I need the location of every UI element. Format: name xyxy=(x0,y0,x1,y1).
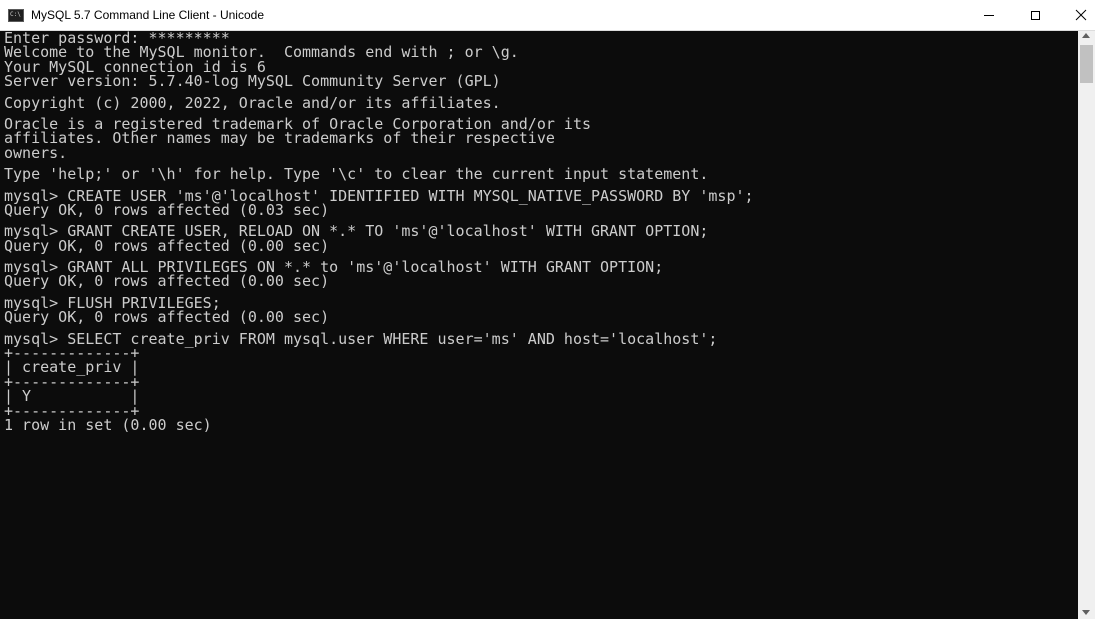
maximize-icon xyxy=(1030,10,1040,20)
console-window: C:\ MySQL 5.7 Command Line Client - Unic… xyxy=(0,0,1095,619)
window-title: MySQL 5.7 Command Line Client - Unicode xyxy=(31,8,264,22)
maximize-button[interactable] xyxy=(1012,0,1058,30)
title-bar[interactable]: C:\ MySQL 5.7 Command Line Client - Unic… xyxy=(0,0,1095,31)
minimize-button[interactable] xyxy=(966,0,1012,30)
scroll-thumb[interactable] xyxy=(1080,45,1093,83)
console-line: affiliates. Other names may be trademark… xyxy=(4,129,555,148)
console-line: Query OK, 0 rows affected (0.00 sec) xyxy=(4,272,330,291)
console-line: +-------------+ xyxy=(4,344,140,363)
scroll-down-arrow-icon[interactable] xyxy=(1082,610,1090,615)
console-line: +-------------+ xyxy=(4,372,140,391)
app-icon-label: C:\ xyxy=(10,11,21,18)
vertical-scrollbar[interactable] xyxy=(1078,31,1095,619)
console-text: Enter password: ********* Welcome to the … xyxy=(0,31,1078,434)
minimize-icon xyxy=(984,14,994,16)
close-button[interactable] xyxy=(1058,0,1095,30)
scroll-up-arrow-icon[interactable] xyxy=(1082,33,1090,38)
console-app-icon[interactable]: C:\ xyxy=(8,9,24,22)
console-line: Type 'help;' or '\h' for help. Type '\c'… xyxy=(4,165,709,184)
console-line: mysql> SELECT create_priv FROM mysql.use… xyxy=(4,329,718,348)
console-line: | create_priv | xyxy=(4,358,140,377)
close-icon xyxy=(1075,9,1087,21)
console-line: Query OK, 0 rows affected (0.03 sec) xyxy=(4,200,330,219)
console-line: Query OK, 0 rows affected (0.00 sec) xyxy=(4,236,330,255)
console-output-area[interactable]: Enter password: ********* Welcome to the … xyxy=(0,31,1078,619)
console-line: Copyright (c) 2000, 2022, Oracle and/or … xyxy=(4,93,501,112)
console-line: | Y | xyxy=(4,387,140,406)
console-line: Server version: 5.7.40-log MySQL Communi… xyxy=(4,72,501,91)
console-line: owners. xyxy=(4,143,68,162)
console-line: Query OK, 0 rows affected (0.00 sec) xyxy=(4,308,330,327)
console-line: 1 row in set (0.00 sec) xyxy=(4,415,212,434)
